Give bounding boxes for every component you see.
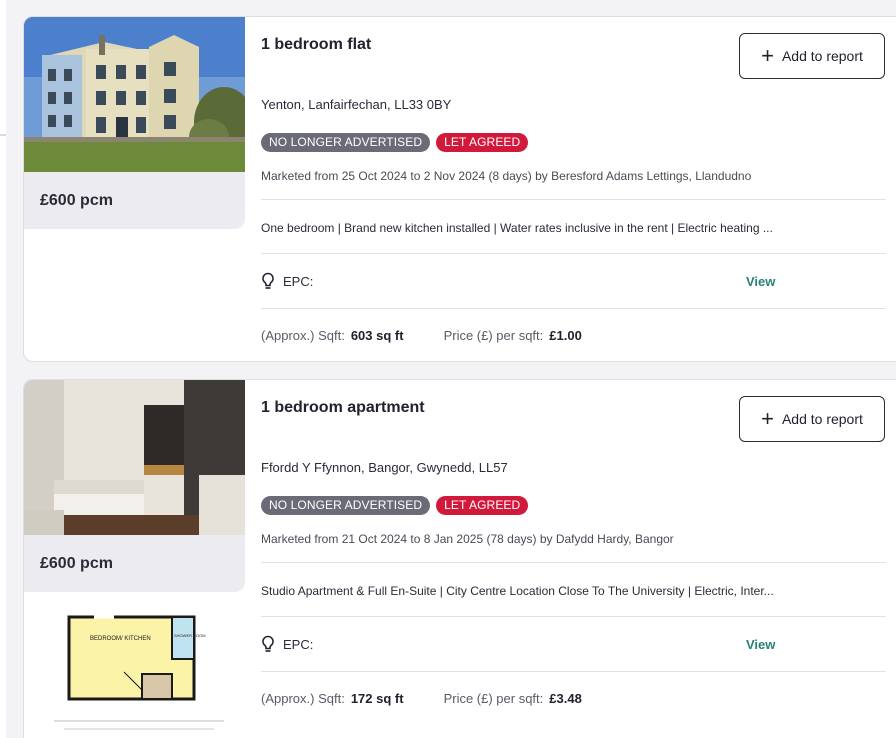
sqft-label: (Approx.) Sqft: [261,328,345,343]
status-badges: NO LONGER ADVERTISED LET AGREED [261,496,529,515]
sqft-label: (Approx.) Sqft: [261,691,345,706]
divider [261,671,886,672]
sqft-value: 172 sq ft [350,691,404,706]
epc-row: EPC: [261,635,313,653]
status-badge-let-agreed: LET AGREED [436,496,529,515]
floorplan-image[interactable]: BEDROOM/ KITCHEN SHOWER ROOM [54,612,244,738]
page-left-edge [0,0,6,738]
view-epc-link[interactable]: View [746,637,775,652]
status-badges: NO LONGER ADVERTISED LET AGREED [261,133,529,152]
divider [261,199,886,200]
sqft-value: 603 sq ft [350,328,404,343]
add-to-report-label: Add to report [781,48,863,64]
listing-photo[interactable] [24,380,245,535]
listing-card[interactable]: £600 pcm BEDROOM/ KITCHEN SHOWER ROOM 1 … [23,379,896,738]
listing-address: Ffordd Y Ffynnon, Bangor, Gwynedd, LL57 [261,460,508,475]
listing-title[interactable]: 1 bedroom flat [261,36,371,54]
edge-tick [0,134,6,136]
divider [261,562,886,563]
view-epc-link[interactable]: View [746,274,775,289]
marketed-info: Marketed from 21 Oct 2024 to 8 Jan 2025 … [261,532,674,546]
epc-label: EPC: [283,273,314,289]
price-per-sqft-value: £1.00 [549,328,582,343]
price-per-sqft-label: Price (£) per sqft: [443,691,544,706]
divider [261,253,886,254]
listing-features: One bedroom | Brand new kitchen installe… [261,221,773,235]
status-badge-let-agreed: LET AGREED [436,133,529,152]
price-per-sqft-label: Price (£) per sqft: [443,328,544,343]
listing-features: Studio Apartment & Full En-Suite | City … [261,584,774,598]
plus-icon: + [761,406,774,431]
add-to-report-button[interactable]: + Add to report [739,396,885,442]
floorplan-room-label: BEDROOM/ KITCHEN [90,636,151,642]
listing-stats: (Approx.) Sqft: 172 sq ft Price (£) per … [261,691,582,706]
floorplan-room-label: SHOWER ROOM [174,633,206,638]
listing-card[interactable]: £600 pcm 1 bedroom flat + Add to report … [23,16,896,362]
add-to-report-button[interactable]: + Add to report [739,33,885,79]
listing-photo[interactable] [24,17,245,172]
status-badge-no-longer-advertised: NO LONGER ADVERTISED [261,133,431,152]
epc-label: EPC: [283,636,314,652]
price-per-sqft-value: £3.48 [549,691,582,706]
plus-icon: + [761,43,774,68]
price-label: £600 pcm [24,535,245,592]
add-to-report-label: Add to report [781,411,863,427]
divider [261,308,886,309]
lightbulb-icon [262,272,274,289]
listing-stats: (Approx.) Sqft: 603 sq ft Price (£) per … [261,328,582,343]
status-badge-no-longer-advertised: NO LONGER ADVERTISED [261,496,431,515]
price-label: £600 pcm [24,172,245,229]
divider [261,616,886,617]
marketed-info: Marketed from 25 Oct 2024 to 2 Nov 2024 … [261,169,752,183]
listing-address: Yenton, Lanfairfechan, LL33 0BY [261,97,452,112]
lightbulb-icon [262,635,274,652]
epc-row: EPC: [261,272,313,290]
listing-title[interactable]: 1 bedroom apartment [261,399,425,417]
